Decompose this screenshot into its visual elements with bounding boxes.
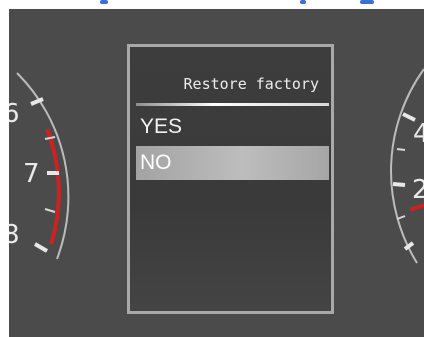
edge-mark bbox=[360, 0, 374, 4]
top-edge-strip bbox=[0, 0, 424, 9]
instrument-cluster: 6 7 8 4 2 Restore factory YES NO bbox=[9, 9, 424, 337]
right-gauge-label-4: 4 bbox=[413, 119, 424, 149]
tick-major bbox=[33, 242, 49, 253]
right-gauge-dial bbox=[390, 68, 424, 264]
redline-arc bbox=[45, 128, 61, 245]
menu-option-yes[interactable]: YES bbox=[136, 110, 329, 144]
left-gauge-label-8: 8 bbox=[9, 220, 20, 250]
restore-factory-menu: Restore factory YES NO bbox=[127, 44, 334, 314]
edge-mark bbox=[100, 0, 108, 4]
left-gauge-label-6: 6 bbox=[9, 99, 20, 129]
left-gauge-label-7: 7 bbox=[23, 159, 40, 189]
tick-major bbox=[392, 182, 406, 187]
edge-mark bbox=[300, 0, 306, 4]
menu-option-no[interactable]: NO bbox=[136, 146, 329, 180]
right-gauge-label-2: 2 bbox=[412, 175, 424, 205]
menu-divider bbox=[136, 103, 329, 106]
menu-title: Restore factory bbox=[183, 75, 319, 93]
speed-needle bbox=[410, 203, 424, 211]
